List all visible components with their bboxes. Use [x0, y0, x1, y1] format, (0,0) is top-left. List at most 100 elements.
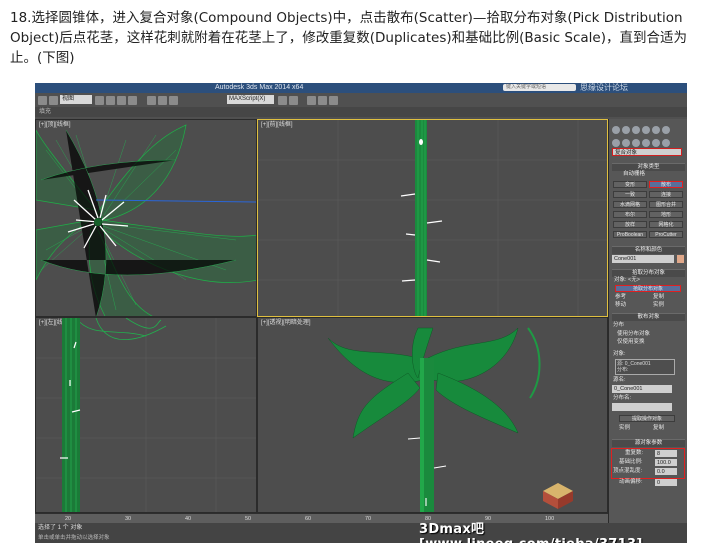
- render-icon[interactable]: [329, 96, 338, 105]
- anim-offset-spinner[interactable]: 0: [655, 479, 677, 486]
- selection-filter-dropdown[interactable]: 视图: [60, 95, 92, 104]
- viewport-top[interactable]: [+][顶][线框]: [35, 119, 257, 317]
- redo-icon[interactable]: [49, 96, 58, 105]
- create-tab-icon[interactable]: [612, 126, 620, 134]
- vertex-chaos-label: 顶点混乱度:: [613, 468, 643, 474]
- object-type-button[interactable]: ProBoolean: [613, 231, 647, 238]
- object-type-button[interactable]: 水滴网格: [613, 201, 647, 208]
- shapes-icon[interactable]: [622, 139, 630, 147]
- object-type-button[interactable]: 变形: [613, 181, 647, 188]
- objects-list[interactable]: 源: 0_Cone001 分布:: [615, 359, 675, 375]
- search-input[interactable]: 键入关键字或短语: [503, 84, 576, 91]
- pick-object-label: 对象: <无>: [614, 277, 640, 283]
- cube-logo-icon: [543, 483, 573, 509]
- base-scale-spinner[interactable]: 100.0: [655, 459, 677, 466]
- app-screenshot: Autodesk 3ds Max 2014 x64 键入关键字或短语 思缘设计论…: [35, 83, 687, 543]
- object-type-button[interactable]: ProCutter: [649, 231, 683, 238]
- duplicates-label: 重复数:: [625, 450, 644, 456]
- dist-use-object-radio[interactable]: 使用分布对象: [617, 331, 650, 338]
- objects-label: 对象:: [613, 351, 626, 357]
- caption-line-3: 止。(下图): [10, 50, 75, 66]
- anim-offset-label: 动画偏移:: [619, 479, 643, 485]
- display-tab-icon[interactable]: [652, 126, 660, 134]
- category-dropdown[interactable]: 复合对象: [612, 148, 682, 156]
- hierarchy-tab-icon[interactable]: [632, 126, 640, 134]
- geometry-icon[interactable]: [612, 139, 620, 147]
- object-type-header[interactable]: 对象类型: [612, 163, 685, 171]
- motion-tab-icon[interactable]: [642, 126, 650, 134]
- timeline-tick-label: 40: [185, 516, 192, 522]
- timeline-tick-label: 70: [365, 516, 372, 522]
- named-selection-dropdown[interactable]: MAXScript(X): [227, 95, 274, 104]
- spacewarps-icon[interactable]: [662, 139, 670, 147]
- window-title: Autodesk 3ds Max 2014 x64: [215, 84, 304, 91]
- timeline-tick-label: 50: [245, 516, 252, 522]
- auto-grid-checkbox[interactable]: 自动栅格: [623, 171, 645, 178]
- select-icon[interactable]: [95, 96, 104, 105]
- vertex-chaos-spinner[interactable]: 0.0: [655, 468, 677, 475]
- scatter-objects-header[interactable]: 散布对象: [612, 313, 685, 321]
- name-color-header[interactable]: 名称和颜色: [612, 246, 685, 254]
- dist-name-label: 分布名:: [613, 395, 632, 401]
- pick-distribution-button[interactable]: 拾取分布对象: [615, 285, 681, 292]
- dist-transforms-only-radio[interactable]: 仅使用变换: [617, 339, 645, 346]
- viewport-front[interactable]: [+][前][线框]: [257, 119, 608, 317]
- render-setup-icon[interactable]: [318, 96, 327, 105]
- create-subtabs: [611, 134, 686, 147]
- object-type-button[interactable]: 散布: [649, 181, 683, 188]
- extract-instance-radio[interactable]: 实例: [619, 425, 630, 432]
- scale-icon[interactable]: [128, 96, 137, 105]
- object-type-button[interactable]: 连接: [649, 191, 683, 198]
- cameras-icon[interactable]: [642, 139, 650, 147]
- material-editor-icon[interactable]: [307, 96, 316, 105]
- timeline-tick-label: 60: [305, 516, 312, 522]
- viewport-left[interactable]: [+][左][线框]: [35, 317, 257, 513]
- snap-icon[interactable]: [147, 96, 156, 105]
- radio-move[interactable]: 移动: [615, 302, 626, 309]
- site-watermark: 3Dmax吧 [www.lineeg.com/tieba/3713]: [419, 522, 642, 543]
- viewport-front-mesh: [258, 120, 607, 316]
- radio-reference[interactable]: 参考: [615, 294, 626, 301]
- object-type-button[interactable]: 放样: [613, 221, 647, 228]
- dist-name-field[interactable]: [612, 403, 672, 411]
- caption-line-2: Object)后点花茎，这样花刺就附着在花茎上了，修改重复数(Duplicate…: [10, 30, 688, 46]
- title-bar: Autodesk 3ds Max 2014 x64 键入关键字或短语 思缘设计论…: [35, 83, 687, 102]
- undo-icon[interactable]: [38, 96, 47, 105]
- object-type-button[interactable]: 网格化: [649, 221, 683, 228]
- command-panel: 复合对象 对象类型 自动栅格 名称和颜色 Cone001 拾取分布对象 对象: …: [608, 119, 687, 543]
- utilities-tab-icon[interactable]: [662, 126, 670, 134]
- move-icon[interactable]: [106, 96, 115, 105]
- timeline-tick-label: 20: [65, 516, 72, 522]
- lights-icon[interactable]: [632, 139, 640, 147]
- object-type-button[interactable]: 地形: [649, 211, 683, 218]
- command-panel-tabs: [611, 121, 686, 134]
- percent-snap-icon[interactable]: [169, 96, 178, 105]
- duplicates-spinner[interactable]: 8: [655, 450, 677, 457]
- source-name-label: 源名:: [613, 377, 626, 383]
- object-type-button[interactable]: 一致: [613, 191, 647, 198]
- distribution-label: 分布: [613, 322, 625, 328]
- helpers-icon[interactable]: [652, 139, 660, 147]
- radio-instance[interactable]: 实例: [653, 302, 664, 309]
- main-toolbar: 视图 MAXScript(X) 填充: [35, 93, 687, 120]
- extract-copy-radio[interactable]: 复制: [653, 425, 664, 432]
- object-type-button[interactable]: 图形合并: [649, 201, 683, 208]
- pick-distribution-header[interactable]: 拾取分布对象: [612, 269, 685, 277]
- ribbon-label: 填充: [39, 109, 52, 115]
- source-name-field[interactable]: 0_Cone001: [612, 385, 672, 393]
- status-selection-text: 选择了 1 个 对象: [38, 525, 83, 531]
- radio-copy[interactable]: 复制: [653, 294, 664, 301]
- objects-list-dist[interactable]: 分布:: [617, 367, 673, 373]
- status-prompt-text: 单击或单击并拖动以选择对象: [38, 535, 110, 541]
- viewport-top-mesh: [36, 124, 256, 316]
- object-color-swatch[interactable]: [677, 255, 684, 263]
- modify-tab-icon[interactable]: [622, 126, 630, 134]
- object-type-button[interactable]: 布尔: [613, 211, 647, 218]
- source-params-header[interactable]: 源对象参数: [612, 439, 685, 447]
- extract-operand-button[interactable]: 提取操作对象: [619, 415, 675, 422]
- align-icon[interactable]: [289, 96, 298, 105]
- rotate-icon[interactable]: [117, 96, 126, 105]
- object-name-field[interactable]: Cone001: [612, 255, 674, 263]
- mirror-icon[interactable]: [278, 96, 287, 105]
- angle-snap-icon[interactable]: [158, 96, 167, 105]
